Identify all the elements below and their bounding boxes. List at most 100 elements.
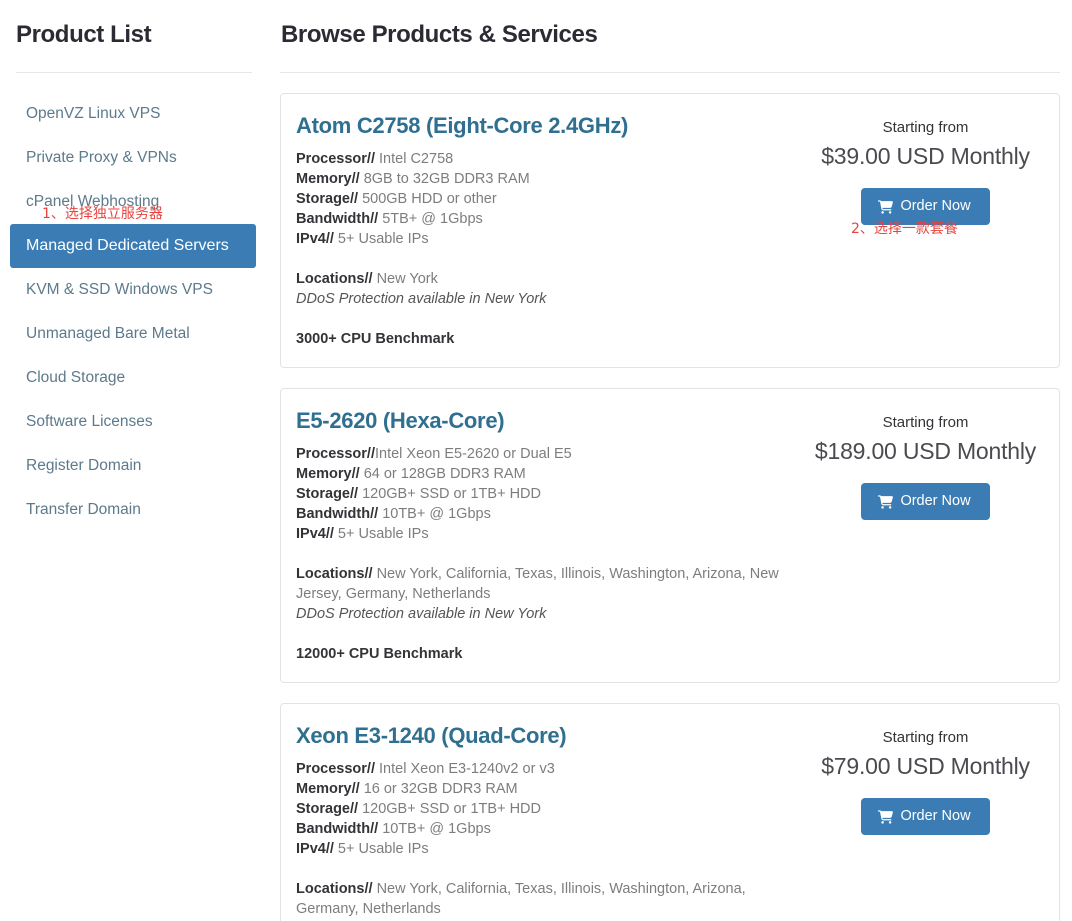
sidebar-item-openvz-linux-vps[interactable]: OpenVZ Linux VPS: [10, 92, 256, 136]
locations-label: Locations//: [296, 271, 373, 287]
product-spec-line: Memory// 16 or 32GB DDR3 RAM: [296, 779, 800, 799]
product-spec-line: Bandwidth// 10TB+ @ 1Gbps: [296, 819, 800, 839]
product-card: E5-2620 (Hexa-Core) Processor//Intel Xeon…: [280, 388, 1060, 683]
spec-label: IPv4//: [296, 526, 334, 542]
spec-value: Intel C2758: [375, 151, 454, 167]
spec-label: Storage//: [296, 486, 359, 502]
sidebar-item-kvm-ssd-windows-vps[interactable]: KVM & SSD Windows VPS: [10, 268, 256, 312]
product-spec-line: Memory// 8GB to 32GB DDR3 RAM: [296, 169, 800, 189]
spec-label: Bandwidth//: [296, 211, 379, 227]
spec-value: 10TB+ @ 1Gbps: [378, 506, 491, 522]
product-title[interactable]: Xeon E3-1240 (Quad-Core): [296, 721, 800, 751]
product-price: $39.00 USD Monthly: [821, 143, 1030, 169]
sidebar-item-private-proxy-vpns[interactable]: Private Proxy & VPNs: [10, 136, 256, 180]
product-title[interactable]: E5-2620 (Hexa-Core): [296, 406, 800, 436]
product-spec-line: IPv4// 5+ Usable IPs: [296, 839, 800, 859]
spec-label: Memory//: [296, 466, 360, 482]
spec-spacer: [296, 249, 800, 269]
spec-label: IPv4//: [296, 841, 334, 857]
product-price: $189.00 USD Monthly: [814, 438, 1037, 464]
product-spec-line: Processor// Intel Xeon E3-1240v2 or v3: [296, 759, 800, 779]
product-spec-line: Storage// 500GB HDD or other: [296, 189, 800, 209]
main-content: Browse Products & Services Atom C2758 (E…: [280, 0, 1072, 921]
order-now-button[interactable]: Order Now: [861, 798, 990, 835]
page-title: Browse Products & Services: [281, 21, 598, 48]
product-list: Atom C2758 (Eight-Core 2.4GHz) Processor/…: [280, 93, 1060, 921]
sidebar-title: Product List: [16, 21, 152, 48]
spec-value: 8GB to 32GB DDR3 RAM: [359, 171, 530, 187]
order-now-button[interactable]: Order Now: [861, 483, 990, 520]
order-now-label: Order Now: [900, 493, 971, 509]
shopping-cart-icon: [878, 200, 894, 214]
locations-label: Locations//: [296, 881, 373, 897]
sidebar-item-transfer-domain[interactable]: Transfer Domain: [10, 488, 256, 532]
cpu-benchmark: 12000+ CPU Benchmark: [296, 646, 463, 662]
product-details: E5-2620 (Hexa-Core) Processor//Intel Xeon…: [296, 406, 808, 664]
spec-value: 120GB+ SSD or 1TB+ HDD: [358, 801, 541, 817]
product-spec-line: Bandwidth// 10TB+ @ 1Gbps: [296, 504, 800, 524]
product-pricing: Starting from $189.00 USD Monthly Order No…: [808, 406, 1043, 520]
sidebar: Product List OpenVZ Linux VPS Private Pro…: [0, 0, 268, 921]
spec-spacer: [296, 859, 800, 879]
ddos-protection-note: DDoS Protection available in New York: [296, 606, 547, 622]
locations-value: New York: [372, 271, 438, 287]
ddos-protection-note: DDoS Protection available in New York: [296, 291, 547, 307]
order-now-button[interactable]: Order Now: [861, 188, 990, 225]
cpu-benchmark: 3000+ CPU Benchmark: [296, 331, 455, 347]
sidebar-item-software-licenses[interactable]: Software Licenses: [10, 400, 256, 444]
spec-label: Memory//: [296, 781, 360, 797]
product-pricing: Starting from $79.00 USD Monthly Order Now: [808, 721, 1043, 835]
sidebar-item-cloud-storage[interactable]: Cloud Storage: [10, 356, 256, 400]
product-locations: Locations// New York, California, Texas,…: [296, 564, 800, 604]
spec-value: Intel Xeon E5-2620 or Dual E5: [375, 446, 572, 462]
product-browse-page: Product List OpenVZ Linux VPS Private Pro…: [0, 0, 1072, 921]
spec-value: 500GB HDD or other: [358, 191, 497, 207]
starting-from-label: Starting from: [882, 119, 969, 136]
spec-value: 5+ Usable IPs: [333, 841, 429, 857]
spec-label: Storage//: [296, 801, 359, 817]
spec-value: 5+ Usable IPs: [333, 231, 429, 247]
spec-label: Bandwidth//: [296, 821, 379, 837]
sidebar-divider: [16, 72, 252, 73]
product-spec-line: IPv4// 5+ Usable IPs: [296, 229, 800, 249]
product-spec-line: Bandwidth// 5TB+ @ 1Gbps: [296, 209, 800, 229]
product-card: Atom C2758 (Eight-Core 2.4GHz) Processor/…: [280, 93, 1060, 368]
product-card: Xeon E3-1240 (Quad-Core) Processor// Inte…: [280, 703, 1060, 921]
product-spec-line: Processor// Intel C2758: [296, 149, 800, 169]
starting-from-label: Starting from: [882, 414, 969, 431]
product-locations: Locations// New York, California, Texas,…: [296, 879, 800, 919]
product-spec-line: Storage// 120GB+ SSD or 1TB+ HDD: [296, 484, 800, 504]
product-pricing: Starting from $39.00 USD Monthly Order Now: [808, 111, 1043, 225]
spec-value: 16 or 32GB DDR3 RAM: [359, 781, 518, 797]
spec-value: 5TB+ @ 1Gbps: [378, 211, 483, 227]
product-spec-line: Storage// 120GB+ SSD or 1TB+ HDD: [296, 799, 800, 819]
spec-value: 10TB+ @ 1Gbps: [378, 821, 491, 837]
sidebar-item-register-domain[interactable]: Register Domain: [10, 444, 256, 488]
spec-label: Bandwidth//: [296, 506, 379, 522]
shopping-cart-icon: [878, 495, 894, 509]
product-price: $79.00 USD Monthly: [821, 753, 1030, 779]
locations-label: Locations//: [296, 566, 373, 582]
product-details: Atom C2758 (Eight-Core 2.4GHz) Processor/…: [296, 111, 808, 349]
sidebar-item-unmanaged-bare-metal[interactable]: Unmanaged Bare Metal: [10, 312, 256, 356]
spec-label: Memory//: [296, 171, 360, 187]
product-spec-line: Processor//Intel Xeon E5-2620 or Dual E5: [296, 444, 800, 464]
sidebar-nav: OpenVZ Linux VPS Private Proxy & VPNs cPan…: [10, 92, 256, 532]
spec-label: Storage//: [296, 191, 359, 207]
spec-value: 5+ Usable IPs: [333, 526, 429, 542]
sidebar-item-managed-dedicated-servers[interactable]: Managed Dedicated Servers: [10, 224, 256, 268]
spec-value: 120GB+ SSD or 1TB+ HDD: [358, 486, 541, 502]
order-now-label: Order Now: [900, 198, 971, 214]
product-title[interactable]: Atom C2758 (Eight-Core 2.4GHz): [296, 111, 800, 141]
spec-value: 64 or 128GB DDR3 RAM: [359, 466, 526, 482]
main-divider: [280, 72, 1060, 73]
spec-label: Processor//: [296, 761, 375, 777]
order-now-label: Order Now: [900, 808, 971, 824]
spec-label: Processor//: [296, 446, 375, 462]
starting-from-label: Starting from: [882, 729, 969, 746]
sidebar-item-cpanel-webhosting[interactable]: cPanel Webhosting: [10, 180, 256, 224]
product-spec-line: IPv4// 5+ Usable IPs: [296, 524, 800, 544]
product-details: Xeon E3-1240 (Quad-Core) Processor// Inte…: [296, 721, 808, 921]
spec-value: Intel Xeon E3-1240v2 or v3: [375, 761, 555, 777]
spec-label: Processor//: [296, 151, 375, 167]
